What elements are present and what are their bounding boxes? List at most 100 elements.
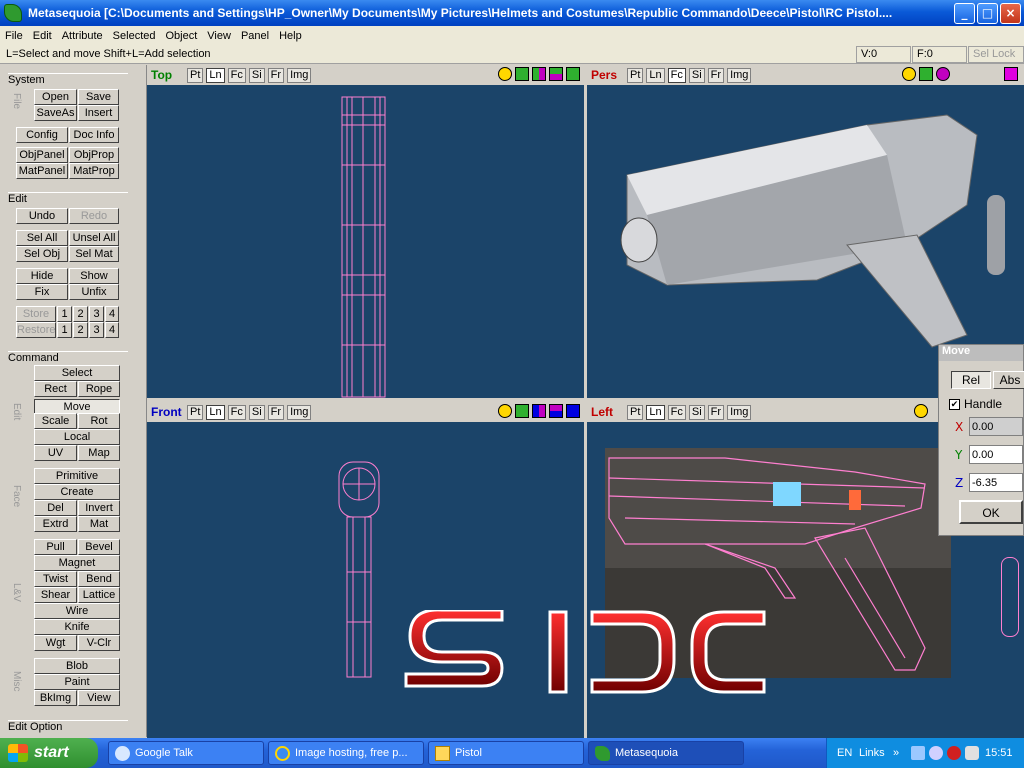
store-4-button[interactable]: 4	[105, 306, 119, 322]
close-button[interactable]: ×	[1000, 3, 1021, 24]
task-image-hosting[interactable]: Image hosting, free p...	[268, 741, 424, 765]
lattice-button[interactable]: Lattice	[78, 587, 120, 603]
minimize-button[interactable]: _	[954, 3, 975, 24]
select-all-button[interactable]: Sel All	[16, 230, 68, 246]
volume-icon[interactable]	[965, 746, 979, 760]
language-indicator[interactable]: EN	[837, 747, 852, 759]
knife-button[interactable]: Knife	[34, 619, 120, 635]
wire-button[interactable]: Wire	[34, 603, 120, 619]
zoom-icon[interactable]	[498, 67, 512, 81]
pull-button[interactable]: Pull	[34, 539, 77, 555]
links-toolbar[interactable]: Links	[859, 747, 885, 759]
relative-tab[interactable]: Rel	[951, 371, 991, 389]
view-axis-icon[interactable]	[532, 67, 546, 81]
absolute-tab[interactable]: Abs	[993, 371, 1024, 389]
local-button[interactable]: Local	[34, 429, 120, 445]
save-button[interactable]: Save	[78, 89, 119, 105]
mode-silhouette-button[interactable]: Si	[688, 67, 705, 83]
mode-frame-button[interactable]: Fr	[707, 67, 725, 83]
delete-button[interactable]: Del	[34, 500, 77, 516]
blob-button[interactable]: Blob	[34, 658, 120, 674]
mode-silhouette-button[interactable]: Si	[688, 404, 705, 420]
unfix-button[interactable]: Unfix	[69, 284, 119, 300]
material-button[interactable]: Mat	[78, 516, 120, 532]
pan-icon[interactable]	[515, 67, 529, 81]
view-color-icon[interactable]	[1004, 67, 1018, 81]
rotate-view-icon[interactable]	[936, 67, 950, 81]
mode-face-button[interactable]: Fc	[227, 67, 246, 83]
maximize-button[interactable]: □	[977, 3, 998, 24]
matprop-button[interactable]: MatProp	[69, 163, 119, 179]
mode-line-button[interactable]: Ln	[646, 404, 665, 420]
task-metasequoia[interactable]: Metasequoia	[588, 741, 744, 765]
open-button[interactable]: Open	[34, 89, 77, 105]
network-icon[interactable]	[911, 746, 925, 760]
rect-button[interactable]: Rect	[34, 381, 77, 397]
twist-button[interactable]: Twist	[34, 571, 77, 587]
y-field[interactable]	[969, 445, 1023, 464]
menu-attribute[interactable]: Attribute	[57, 30, 108, 42]
store-1-button[interactable]: 1	[57, 306, 72, 322]
task-google-talk[interactable]: Google Talk	[108, 741, 264, 765]
store-button[interactable]: Store	[16, 306, 56, 322]
zoom-icon[interactable]	[914, 404, 928, 418]
mode-image-button[interactable]: Img	[287, 67, 312, 83]
rope-button[interactable]: Rope	[78, 381, 120, 397]
mode-frame-button[interactable]: Fr	[267, 404, 285, 420]
select-button[interactable]: Select	[34, 365, 120, 381]
mode-image-button[interactable]: Img	[287, 404, 312, 420]
mode-point-button[interactable]: Pt	[627, 404, 644, 420]
bkimg-button[interactable]: BkImg	[34, 690, 77, 706]
x-field[interactable]	[969, 417, 1023, 436]
matpanel-button[interactable]: MatPanel	[16, 163, 68, 179]
insert-button[interactable]: Insert	[78, 105, 119, 121]
tray-app-icon[interactable]	[929, 746, 943, 760]
map-button[interactable]: Map	[78, 445, 120, 461]
mode-line-button[interactable]: Ln	[206, 404, 225, 420]
vertex-color-button[interactable]: V-Clr	[78, 635, 120, 651]
unselect-all-button[interactable]: Unsel All	[69, 230, 119, 246]
mode-frame-button[interactable]: Fr	[707, 404, 725, 420]
mode-point-button[interactable]: Pt	[187, 404, 204, 420]
store-2-button[interactable]: 2	[73, 306, 88, 322]
mode-point-button[interactable]: Pt	[627, 67, 644, 83]
saveas-button[interactable]: SaveAs	[34, 105, 77, 121]
objpanel-button[interactable]: ObjPanel	[16, 147, 68, 163]
invert-button[interactable]: Invert	[78, 500, 120, 516]
objprop-button[interactable]: ObjProp	[69, 147, 119, 163]
rotate-button[interactable]: Rot	[78, 413, 120, 429]
store-3-button[interactable]: 3	[89, 306, 104, 322]
handle-checkbox[interactable]: ✔	[949, 398, 960, 410]
chevron-right-icon[interactable]: »	[893, 747, 899, 759]
menu-selected[interactable]: Selected	[108, 30, 161, 42]
mode-line-button[interactable]: Ln	[206, 67, 225, 83]
view-axis-3-icon[interactable]	[566, 67, 580, 81]
view-axis-3-icon[interactable]	[566, 404, 580, 418]
viewport-top[interactable]: Top Pt Ln Fc Si Fr Img	[147, 65, 584, 398]
uv-button[interactable]: UV	[34, 445, 77, 461]
view-button[interactable]: View	[78, 690, 120, 706]
restore-3-button[interactable]: 3	[89, 322, 104, 338]
mode-silhouette-button[interactable]: Si	[248, 67, 265, 83]
restore-2-button[interactable]: 2	[73, 322, 88, 338]
mode-face-button[interactable]: Fc	[667, 67, 686, 83]
restore-button[interactable]: Restore	[16, 322, 56, 338]
create-button[interactable]: Create	[34, 484, 120, 500]
fix-button[interactable]: Fix	[16, 284, 68, 300]
magnet-button[interactable]: Magnet	[34, 555, 120, 571]
extrude-button[interactable]: Extrd	[34, 516, 77, 532]
mode-image-button[interactable]: Img	[727, 67, 752, 83]
mode-face-button[interactable]: Fc	[667, 404, 686, 420]
config-button[interactable]: Config	[16, 127, 68, 143]
menu-panel[interactable]: Panel	[236, 30, 274, 42]
restore-4-button[interactable]: 4	[105, 322, 119, 338]
redo-button[interactable]: Redo	[69, 208, 119, 224]
primitive-button[interactable]: Primitive	[34, 468, 120, 484]
pan-icon[interactable]	[919, 67, 933, 81]
task-pistol-folder[interactable]: Pistol	[428, 741, 584, 765]
docinfo-button[interactable]: Doc Info	[69, 127, 119, 143]
menu-edit[interactable]: Edit	[28, 30, 57, 42]
shear-button[interactable]: Shear	[34, 587, 77, 603]
ok-button[interactable]: OK	[959, 500, 1023, 524]
pan-icon[interactable]	[515, 404, 529, 418]
